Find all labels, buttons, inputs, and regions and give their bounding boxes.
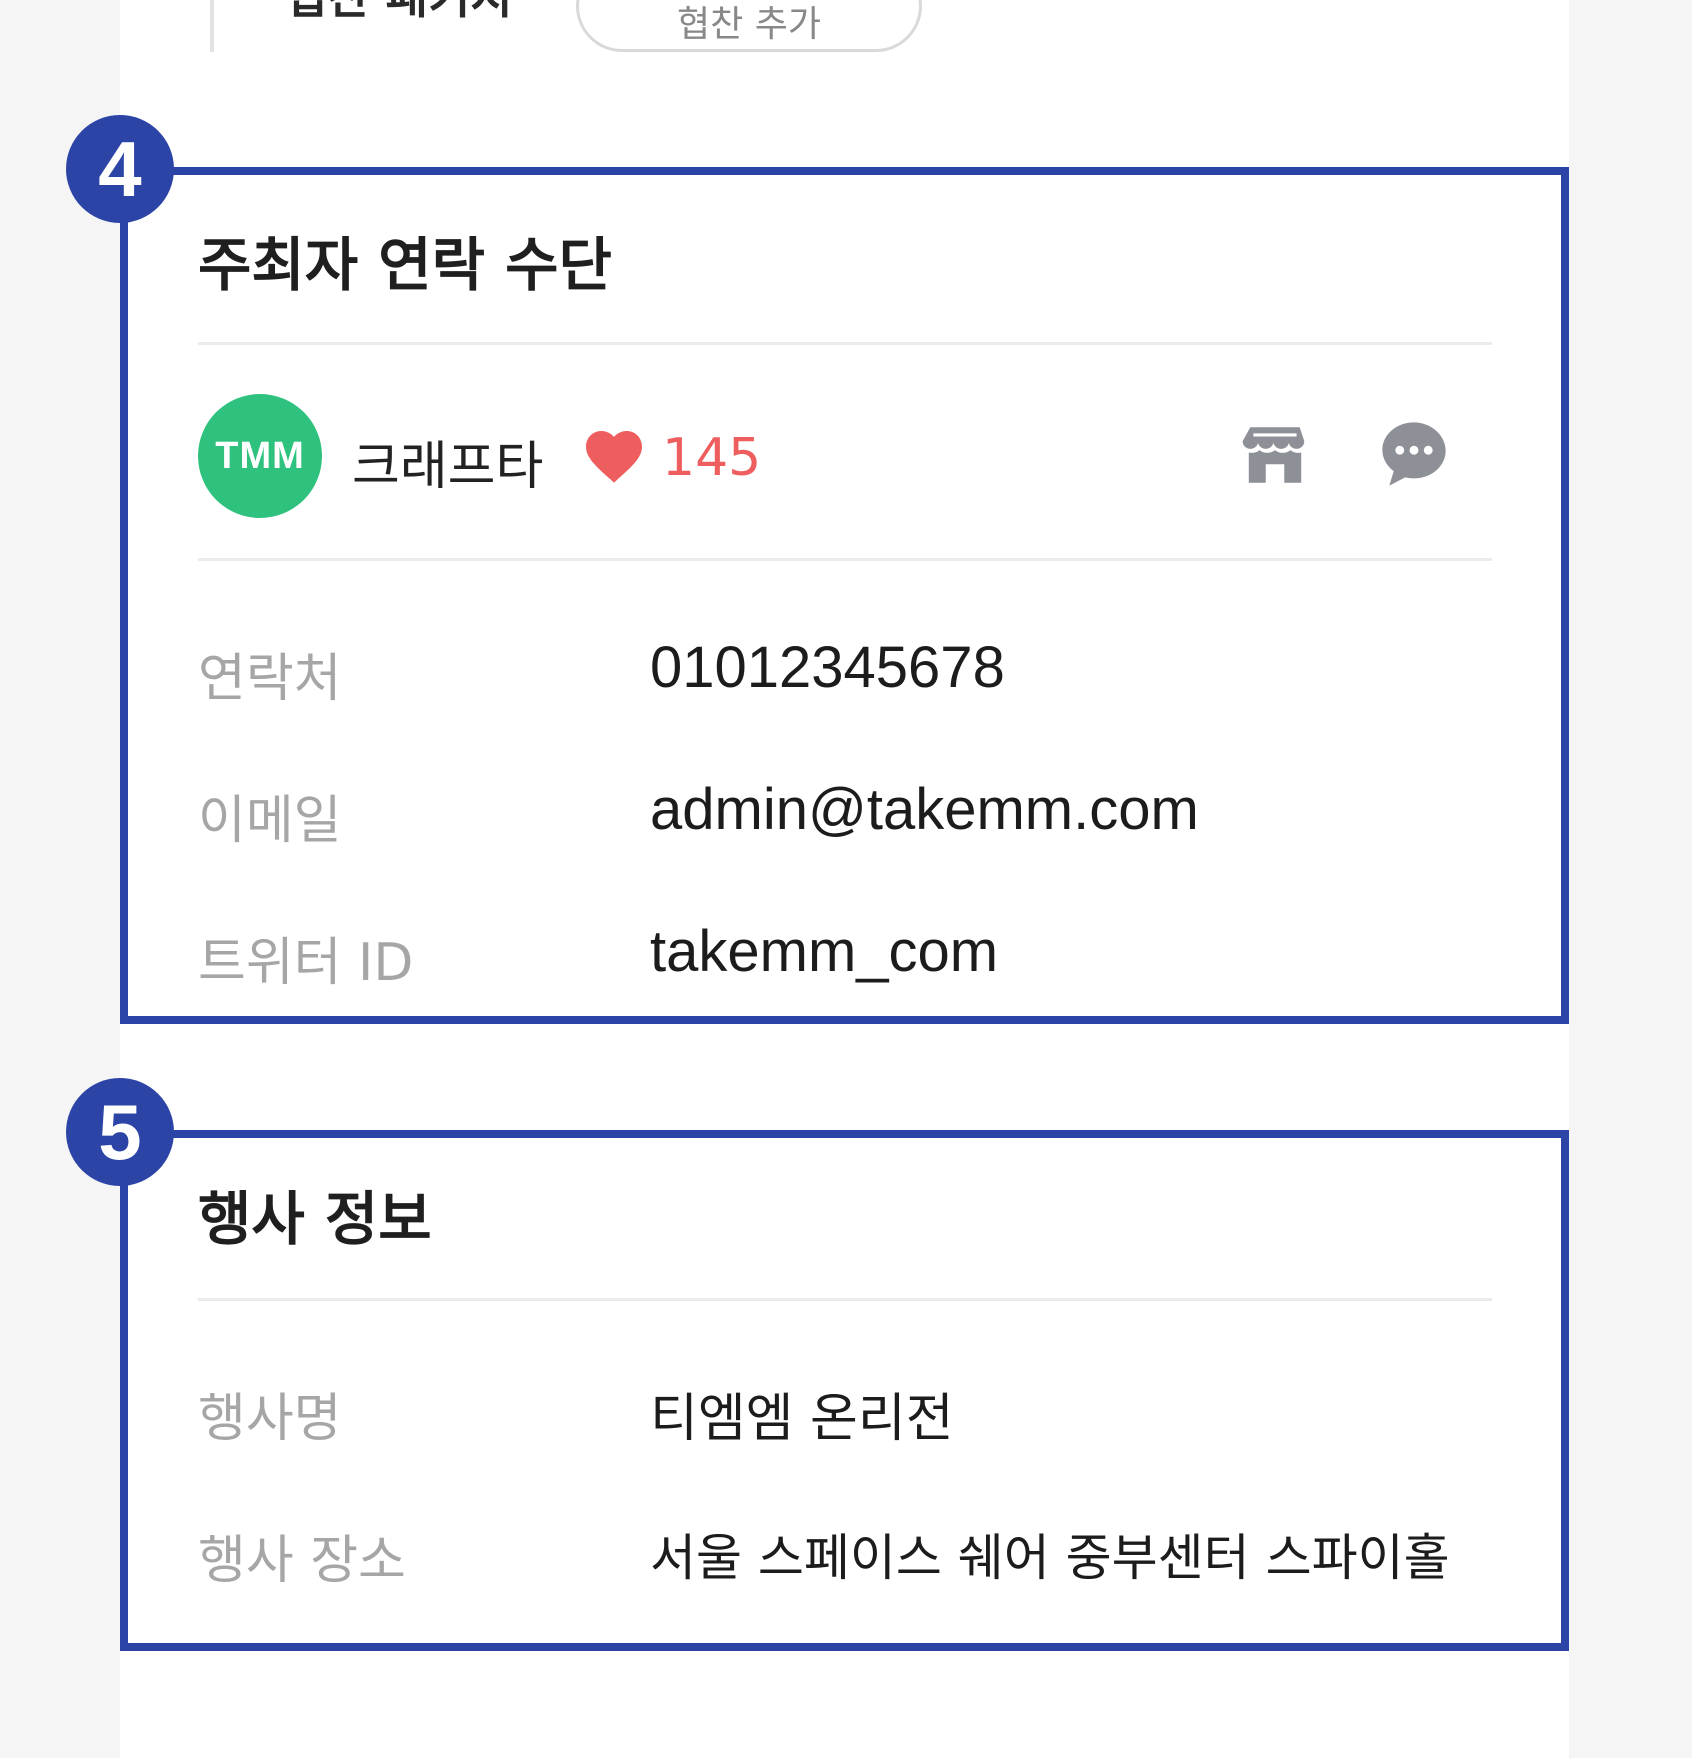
phone-value: 01012345678 — [650, 635, 1005, 700]
previous-row: 협찬 패키지 협찬 추가 — [120, 0, 1569, 60]
divider — [198, 342, 1492, 345]
annotation-badge-4: 4 — [66, 115, 174, 223]
event-section-title: 행사 정보 — [198, 1185, 432, 1253]
event-name-value: 티엠엠 온리전 — [650, 1389, 954, 1449]
sponsor-package-label: 협찬 패키지 — [285, 0, 513, 20]
chat-bubble-icon[interactable] — [1376, 416, 1452, 492]
phone-label: 연락처 — [198, 649, 342, 709]
divider — [210, 0, 214, 52]
email-label: 이메일 — [198, 791, 342, 851]
divider — [198, 1298, 1492, 1301]
event-venue-value: 서울 스페이스 쉐어 중부센터 스파이홀 — [650, 1529, 1450, 1587]
twitter-label: 트위터 ID — [198, 933, 414, 993]
email-value[interactable]: admin@takemm.com — [650, 776, 1199, 843]
divider — [198, 558, 1492, 561]
heart-icon[interactable] — [583, 428, 645, 484]
sponsor-add-button[interactable]: 협찬 추가 — [576, 0, 922, 52]
event-venue-label: 행사 장소 — [198, 1531, 406, 1591]
page: 협찬 패키지 협찬 추가 4 주최자 연락 수단 TMM 크래프타 145 연락… — [66, 0, 1569, 1758]
twitter-value[interactable]: takemm_com — [650, 918, 998, 985]
store-icon[interactable] — [1238, 418, 1312, 492]
organizer-avatar[interactable]: TMM — [198, 394, 322, 518]
annotation-badge-5: 5 — [66, 1078, 174, 1186]
like-count: 145 — [662, 428, 762, 488]
event-name-label: 행사명 — [198, 1389, 342, 1449]
organizer-name[interactable]: 크래프타 — [352, 424, 543, 499]
contact-section-title: 주최자 연락 수단 — [198, 231, 612, 299]
